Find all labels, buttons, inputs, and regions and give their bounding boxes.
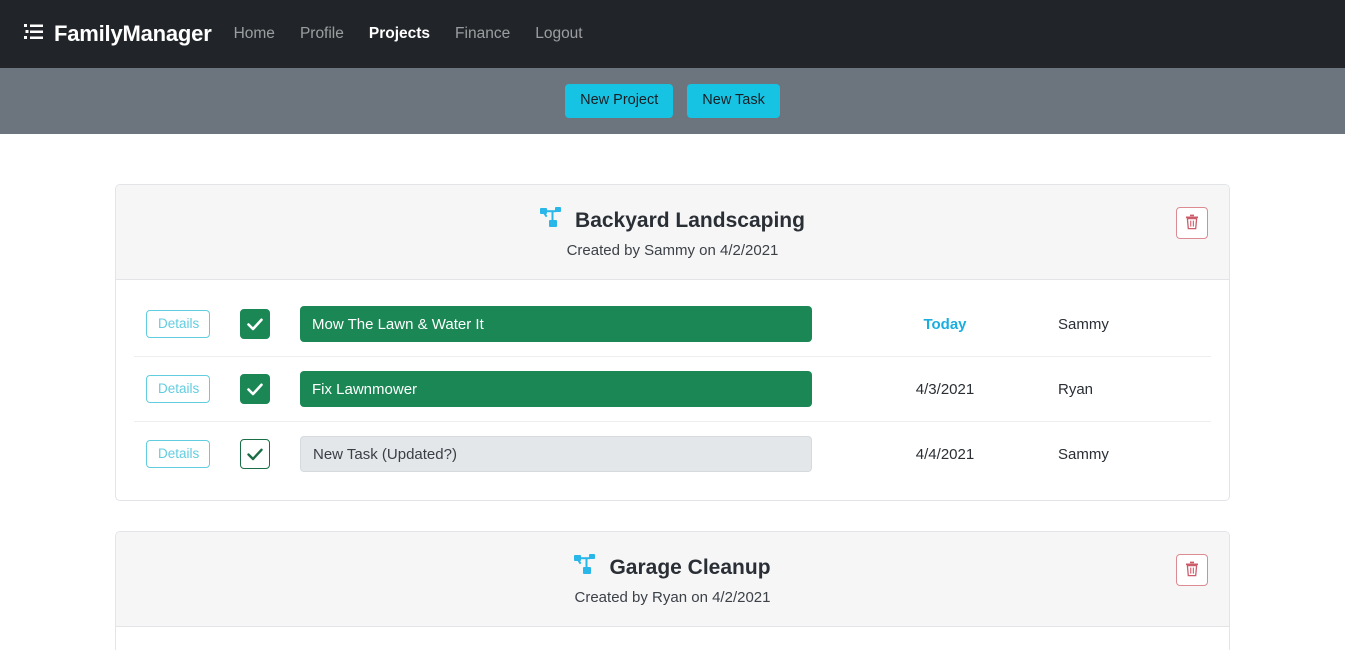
new-task-button[interactable]: New Task	[687, 84, 780, 118]
project-title: Garage Cleanup	[136, 554, 1209, 581]
project-card: Garage Cleanup Created by Ryan on 4/2/20…	[115, 531, 1230, 650]
delete-project-button[interactable]	[1176, 554, 1208, 587]
task-date: Today	[923, 315, 967, 333]
task-name-bar[interactable]: New Task (Updated?)	[300, 436, 812, 473]
trash-icon	[1185, 214, 1199, 233]
task-name-bar[interactable]: Mow The Lawn & Water It	[300, 306, 812, 343]
action-bar: New Project New Task	[0, 68, 1345, 134]
project-meta: Created by Ryan on 4/2/2021	[574, 589, 771, 607]
task-name: New Task (Updated?)	[313, 445, 457, 463]
task-check-cell	[210, 309, 300, 340]
main-nav: Home Profile Projects Finance Logout	[234, 25, 583, 43]
task-date: 4/4/2021	[915, 445, 975, 463]
task-name-bar[interactable]: Fix Lawnmower	[300, 371, 812, 408]
top-navbar: FamilyManager Home Profile Projects Fina…	[0, 0, 1345, 68]
brand-label: FamilyManager	[54, 21, 212, 46]
table-row: Details Mow The Lawn & Water It Today Sa…	[134, 292, 1211, 358]
check-icon	[247, 383, 263, 395]
task-details-button[interactable]: Details	[146, 375, 210, 404]
check-icon	[247, 318, 263, 330]
nav-link-finance[interactable]: Finance	[455, 25, 510, 43]
task-details-button[interactable]: Details	[146, 310, 210, 339]
task-details-button[interactable]: Details	[146, 440, 210, 469]
project-task-list: Details Mow The Lawn & Water It Today Sa…	[116, 280, 1229, 500]
project-card-header: Backyard Landscaping Created by Sammy on…	[116, 185, 1229, 281]
task-name: Fix Lawnmower	[312, 380, 418, 398]
project-card: Backyard Landscaping Created by Sammy on…	[115, 184, 1230, 502]
task-complete-checkbox[interactable]	[240, 439, 270, 470]
table-row: Details New Task (Updated?) 4/4/2021 Sam…	[134, 422, 1211, 486]
task-name: Mow The Lawn & Water It	[312, 315, 484, 333]
nav-link-projects[interactable]: Projects	[369, 25, 430, 43]
project-diagram-icon	[574, 554, 598, 581]
project-title-text: Garage Cleanup	[609, 556, 771, 580]
project-title-text: Backyard Landscaping	[575, 209, 805, 232]
task-check-cell	[210, 439, 300, 470]
nav-link-home[interactable]: Home	[234, 25, 275, 43]
list-tasks-icon	[24, 21, 44, 47]
projects-list: Backyard Landscaping Created by Sammy on…	[0, 134, 1345, 650]
new-project-button[interactable]: New Project	[565, 84, 674, 118]
delete-project-button[interactable]	[1176, 207, 1208, 239]
nav-link-logout[interactable]: Logout	[535, 25, 582, 43]
project-diagram-icon	[540, 207, 564, 234]
task-complete-checkbox[interactable]	[240, 309, 270, 340]
project-meta: Created by Sammy on 4/2/2021	[566, 242, 779, 260]
task-owner: Ryan	[1058, 380, 1094, 398]
task-date: 4/3/2021	[915, 380, 975, 398]
project-task-list	[116, 627, 1229, 650]
task-owner: Sammy	[1058, 315, 1109, 333]
project-title: Backyard Landscaping	[136, 207, 1209, 234]
task-owner: Sammy	[1058, 445, 1109, 463]
task-complete-checkbox[interactable]	[240, 374, 270, 405]
nav-link-profile[interactable]: Profile	[300, 25, 344, 43]
task-check-cell	[210, 374, 300, 405]
trash-icon	[1185, 561, 1199, 580]
project-card-header: Garage Cleanup Created by Ryan on 4/2/20…	[116, 532, 1229, 628]
check-icon	[247, 448, 263, 460]
table-row: Details Fix Lawnmower 4/3/2021 Ryan	[134, 357, 1211, 423]
brand-logo[interactable]: FamilyManager	[24, 21, 212, 47]
